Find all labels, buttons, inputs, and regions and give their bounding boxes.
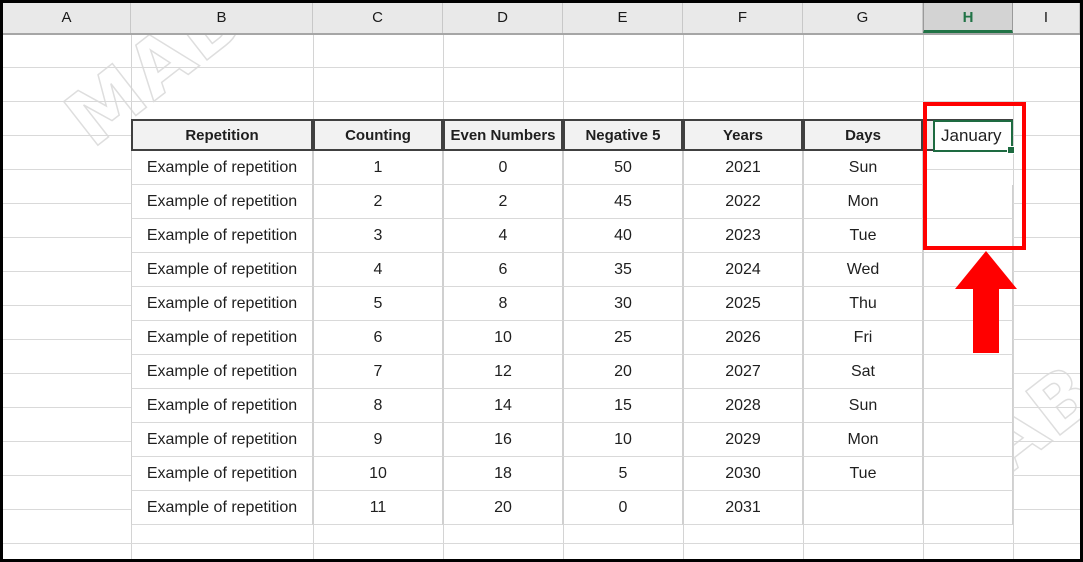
table-cell[interactable]: 2 bbox=[313, 185, 443, 219]
table-column-header-repetition[interactable]: Repetition bbox=[131, 119, 313, 151]
table-cell[interactable] bbox=[923, 457, 1013, 491]
table-cell[interactable]: 45 bbox=[563, 185, 683, 219]
table-cell[interactable]: Mon bbox=[803, 185, 923, 219]
table-cell[interactable]: 3 bbox=[313, 219, 443, 253]
table-cell[interactable] bbox=[923, 355, 1013, 389]
column-header-h[interactable]: H bbox=[923, 3, 1013, 33]
table-cell[interactable]: 2 bbox=[443, 185, 563, 219]
table-cell[interactable]: Thu bbox=[803, 287, 923, 321]
table-cell[interactable]: 16 bbox=[443, 423, 563, 457]
table-cell[interactable]: 6 bbox=[313, 321, 443, 355]
table-cell[interactable]: 50 bbox=[563, 151, 683, 185]
table-cell[interactable]: Example of repetition bbox=[131, 321, 313, 355]
table-cell[interactable]: 12 bbox=[443, 355, 563, 389]
column-header-f[interactable]: F bbox=[683, 3, 803, 33]
column-header-a[interactable]: A bbox=[3, 3, 131, 33]
table-cell[interactable]: 40 bbox=[563, 219, 683, 253]
table-cell[interactable]: 2027 bbox=[683, 355, 803, 389]
table-cell[interactable] bbox=[923, 423, 1013, 457]
table-cell[interactable]: 11 bbox=[313, 491, 443, 525]
table-cell[interactable]: 4 bbox=[443, 219, 563, 253]
table-cell[interactable]: 2023 bbox=[683, 219, 803, 253]
column-header-c[interactable]: C bbox=[313, 3, 443, 33]
table-cell[interactable]: 2022 bbox=[683, 185, 803, 219]
table-cell[interactable]: 35 bbox=[563, 253, 683, 287]
table-cell[interactable]: 8 bbox=[313, 389, 443, 423]
table-cell[interactable]: 25 bbox=[563, 321, 683, 355]
table-cell[interactable]: Example of repetition bbox=[131, 423, 313, 457]
table-column-header-counting[interactable]: Counting bbox=[313, 119, 443, 151]
table-cell[interactable]: 14 bbox=[443, 389, 563, 423]
column-header-e[interactable]: E bbox=[563, 3, 683, 33]
table-cell[interactable]: 0 bbox=[563, 491, 683, 525]
spreadsheet-screenshot: MAB MAB MAB ABCDEFGHI RepetitionCounting… bbox=[0, 0, 1083, 562]
table-cell[interactable] bbox=[923, 185, 1013, 219]
table-cell[interactable]: 30 bbox=[563, 287, 683, 321]
table-cell[interactable]: 8 bbox=[443, 287, 563, 321]
table-cell[interactable]: 5 bbox=[563, 457, 683, 491]
table-cell[interactable]: Sun bbox=[803, 151, 923, 185]
table-cell[interactable]: Sun bbox=[803, 389, 923, 423]
table-cell[interactable] bbox=[803, 491, 923, 525]
table-cell[interactable]: 4 bbox=[313, 253, 443, 287]
table-cell[interactable]: 2021 bbox=[683, 151, 803, 185]
table-cell[interactable]: 20 bbox=[443, 491, 563, 525]
table-cell[interactable] bbox=[923, 389, 1013, 423]
column-header-strip: ABCDEFGHI bbox=[3, 3, 1080, 35]
column-header-i[interactable]: I bbox=[1013, 3, 1080, 33]
table-column-header-even-numbers[interactable]: Even Numbers bbox=[443, 119, 563, 151]
table-cell[interactable]: Tue bbox=[803, 457, 923, 491]
table-column-header-years[interactable]: Years bbox=[683, 119, 803, 151]
table-cell[interactable] bbox=[923, 287, 1013, 321]
grid-row-line bbox=[3, 543, 1080, 544]
table-cell[interactable]: Fri bbox=[803, 321, 923, 355]
table-cell[interactable]: Example of repetition bbox=[131, 287, 313, 321]
table-cell[interactable]: 18 bbox=[443, 457, 563, 491]
table-cell[interactable]: 20 bbox=[563, 355, 683, 389]
table-cell[interactable] bbox=[923, 253, 1013, 287]
table-cell[interactable]: Wed bbox=[803, 253, 923, 287]
column-header-g[interactable]: G bbox=[803, 3, 923, 33]
table-cell[interactable] bbox=[923, 219, 1013, 253]
column-header-b[interactable]: B bbox=[131, 3, 313, 33]
table-cell[interactable]: 2030 bbox=[683, 457, 803, 491]
fill-handle[interactable] bbox=[1007, 146, 1015, 154]
table-cell[interactable]: 5 bbox=[313, 287, 443, 321]
table-cell[interactable]: 10 bbox=[313, 457, 443, 491]
table-cell[interactable]: 2031 bbox=[683, 491, 803, 525]
table-cell[interactable]: 2029 bbox=[683, 423, 803, 457]
table-cell[interactable] bbox=[923, 321, 1013, 355]
table-cell[interactable]: 9 bbox=[313, 423, 443, 457]
table-column-header-negative-5[interactable]: Negative 5 bbox=[563, 119, 683, 151]
table-cell[interactable]: 7 bbox=[313, 355, 443, 389]
table-cell[interactable]: 2026 bbox=[683, 321, 803, 355]
table-cell[interactable] bbox=[923, 491, 1013, 525]
table-cell[interactable]: 15 bbox=[563, 389, 683, 423]
table-cell[interactable]: Example of repetition bbox=[131, 457, 313, 491]
table-cell[interactable]: 2024 bbox=[683, 253, 803, 287]
table-cell[interactable]: 0 bbox=[443, 151, 563, 185]
table-cell[interactable]: Tue bbox=[803, 219, 923, 253]
table-cell[interactable]: Example of repetition bbox=[131, 355, 313, 389]
table-cell[interactable]: Example of repetition bbox=[131, 151, 313, 185]
table-cell[interactable]: Example of repetition bbox=[131, 253, 313, 287]
table-cell[interactable]: Example of repetition bbox=[131, 185, 313, 219]
grid-row-line bbox=[3, 101, 1080, 102]
table-cell[interactable]: Example of repetition bbox=[131, 219, 313, 253]
column-header-d[interactable]: D bbox=[443, 3, 563, 33]
table-column-header-days[interactable]: Days bbox=[803, 119, 923, 151]
grid-column-line bbox=[1013, 33, 1014, 559]
table-cell[interactable]: 10 bbox=[443, 321, 563, 355]
table-cell[interactable]: 6 bbox=[443, 253, 563, 287]
table-cell[interactable]: Example of repetition bbox=[131, 389, 313, 423]
selected-cell-january[interactable]: January bbox=[933, 120, 1013, 152]
table-cell[interactable]: 10 bbox=[563, 423, 683, 457]
table-cell[interactable]: Mon bbox=[803, 423, 923, 457]
grid-row-line bbox=[3, 67, 1080, 68]
table-cell[interactable]: Sat bbox=[803, 355, 923, 389]
table-cell[interactable]: 2025 bbox=[683, 287, 803, 321]
table-cell[interactable]: Example of repetition bbox=[131, 491, 313, 525]
table-cell[interactable]: 2028 bbox=[683, 389, 803, 423]
table-cell[interactable]: 1 bbox=[313, 151, 443, 185]
